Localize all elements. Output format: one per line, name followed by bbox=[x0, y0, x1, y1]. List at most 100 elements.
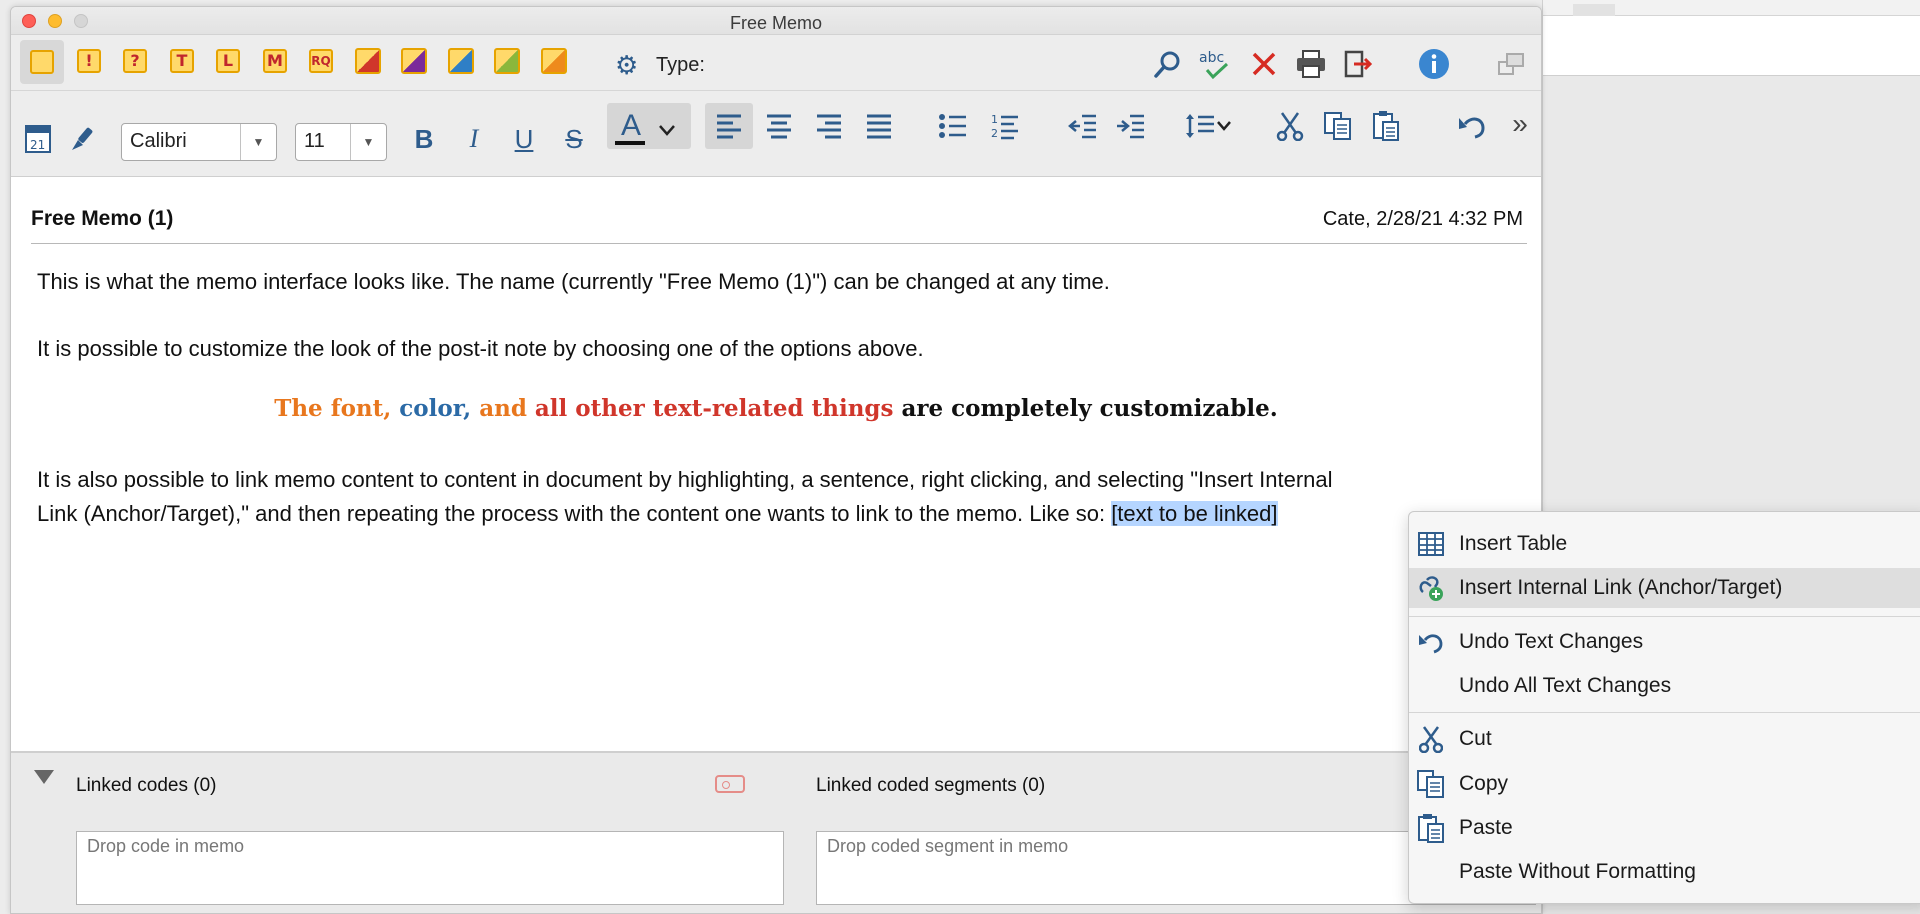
format-painter-icon[interactable] bbox=[67, 123, 99, 155]
menu-item-label: Insert Internal Link (Anchor/Target) bbox=[1459, 576, 1783, 599]
align-center-icon[interactable] bbox=[761, 109, 797, 143]
line-spacing-icon[interactable] bbox=[1183, 109, 1237, 143]
memo-orange-corner-icon[interactable] bbox=[538, 45, 570, 77]
bullet-list-icon[interactable] bbox=[935, 109, 971, 143]
more-tools-button[interactable]: » bbox=[1505, 107, 1535, 141]
undo-icon[interactable] bbox=[1455, 109, 1489, 143]
menu-separator bbox=[1409, 616, 1920, 617]
drop-code-field[interactable]: Drop code in memo bbox=[76, 831, 784, 905]
background-window-field bbox=[1543, 16, 1920, 76]
menu-item-undo-all-text-changes[interactable]: Undo All Text Changes bbox=[1409, 666, 1920, 706]
background-tab bbox=[1573, 4, 1615, 16]
menu-item-insert-internal-link[interactable]: Insert Internal Link (Anchor/Target) bbox=[1409, 568, 1920, 608]
menu-item-cut[interactable]: Cut bbox=[1409, 719, 1920, 759]
font-color-letter: A bbox=[620, 109, 641, 142]
outdent-icon[interactable] bbox=[1065, 109, 1101, 143]
underline-button[interactable]: U bbox=[507, 121, 541, 157]
calendar-icon[interactable]: 21 bbox=[23, 121, 53, 155]
background-window-topbar bbox=[1543, 0, 1920, 16]
window-mode-icon[interactable] bbox=[1495, 49, 1527, 79]
memo-title[interactable]: Free Memo (1) bbox=[31, 207, 173, 231]
font-family-select[interactable]: Calibri ▼ bbox=[121, 123, 277, 161]
search-icon[interactable] bbox=[1151, 47, 1185, 81]
table-icon bbox=[1417, 531, 1445, 557]
menu-item-paste[interactable]: Paste bbox=[1409, 808, 1920, 848]
linked-segments-label: Linked coded segments (0) bbox=[816, 775, 1046, 796]
title-divider bbox=[31, 243, 1527, 244]
chevron-down-icon: ▼ bbox=[350, 124, 386, 160]
align-right-icon[interactable] bbox=[811, 109, 847, 143]
memo-rq-icon[interactable]: RQ bbox=[305, 45, 337, 77]
styled-text-orange: The font, bbox=[274, 395, 400, 422]
menu-item-copy[interactable]: Copy bbox=[1409, 764, 1920, 804]
memo-paragraph-3-line-2: Link (Anchor/Target)," and then repeatin… bbox=[37, 497, 1278, 531]
title-bar: Free Memo bbox=[11, 7, 1541, 35]
print-icon[interactable] bbox=[1293, 47, 1329, 81]
collapse-triangle-icon[interactable] bbox=[33, 769, 55, 790]
svg-text:abc: abc bbox=[1199, 50, 1224, 66]
memo-m-icon[interactable]: M bbox=[259, 45, 291, 77]
menu-item-label: Undo All Text Changes bbox=[1459, 674, 1672, 697]
spellcheck-icon[interactable]: abc bbox=[1195, 45, 1235, 83]
undo-icon bbox=[1417, 629, 1445, 655]
window-title: Free Memo bbox=[729, 13, 823, 33]
copy-icon[interactable] bbox=[1321, 109, 1355, 143]
indent-icon[interactable] bbox=[1113, 109, 1149, 143]
strikethrough-button[interactable]: S bbox=[557, 121, 591, 157]
styled-text-red: all other text-related things bbox=[534, 395, 894, 422]
copy-icon bbox=[1417, 770, 1445, 798]
memo-type-toolbar: ! ? T L M RQ ⚙ Type: abc bbox=[11, 35, 1541, 91]
menu-item-label: Undo Text Changes bbox=[1459, 630, 1644, 653]
memo-editor[interactable]: Free Memo (1) Cate, 2/28/21 4:32 PM This… bbox=[11, 177, 1541, 751]
selected-text[interactable]: [text to be linked] bbox=[1111, 501, 1278, 526]
paste-icon bbox=[1417, 814, 1445, 843]
link-add-icon bbox=[1417, 575, 1445, 601]
memo-exclamation-icon[interactable]: ! bbox=[73, 45, 105, 77]
align-left-icon bbox=[711, 109, 747, 143]
memo-paragraph-3-text: Link (Anchor/Target)," and then repeatin… bbox=[37, 501, 1112, 526]
styled-text-orange-2: and bbox=[479, 395, 535, 422]
context-menu: Insert Table Insert Internal Link (Ancho… bbox=[1408, 511, 1920, 904]
export-icon[interactable] bbox=[1341, 47, 1375, 81]
menu-item-label: Paste bbox=[1459, 816, 1513, 839]
free-memo-window: Free Memo ! ? T L M RQ ⚙ Type: abc 21 Ca… bbox=[10, 6, 1542, 914]
memo-blue-corner-icon[interactable] bbox=[445, 45, 477, 77]
delete-icon[interactable] bbox=[1247, 47, 1281, 81]
menu-item-label: Copy bbox=[1459, 772, 1509, 795]
styled-text-blue: color, bbox=[399, 395, 480, 422]
font-color-swatch bbox=[615, 141, 645, 145]
font-size-value: 11 bbox=[304, 130, 325, 152]
memo-paragraph-1: This is what the memo interface looks li… bbox=[37, 269, 1110, 294]
format-toolbar: 21 Calibri ▼ 11 ▼ B I U S A 1 2 » bbox=[11, 91, 1541, 177]
menu-item-paste-without-formatting[interactable]: Paste Without Formatting bbox=[1409, 852, 1920, 892]
bold-button[interactable]: B bbox=[407, 121, 441, 157]
gear-icon[interactable]: ⚙ bbox=[615, 50, 638, 81]
styled-text-black: are completely customizable. bbox=[893, 395, 1278, 422]
memo-question-icon[interactable]: ? bbox=[119, 45, 151, 77]
memo-centered-line: The font, color, and all other text-rela… bbox=[11, 395, 1541, 422]
memo-red-corner-icon[interactable] bbox=[352, 45, 384, 77]
memo-purple-corner-icon[interactable] bbox=[398, 45, 430, 77]
menu-item-undo-text-changes[interactable]: Undo Text Changes bbox=[1409, 622, 1920, 662]
paste-icon[interactable] bbox=[1369, 109, 1403, 143]
justify-icon[interactable] bbox=[861, 109, 897, 143]
memo-green-corner-icon[interactable] bbox=[491, 45, 523, 77]
memo-t-icon[interactable]: T bbox=[166, 45, 198, 77]
chevron-down-icon[interactable] bbox=[653, 115, 681, 145]
menu-separator bbox=[1409, 712, 1920, 713]
menu-item-label: Cut bbox=[1459, 727, 1492, 750]
memo-plain-icon[interactable] bbox=[20, 40, 64, 84]
info-icon[interactable] bbox=[1415, 45, 1453, 83]
numbered-list-icon[interactable]: 12 bbox=[987, 109, 1023, 143]
font-family-value: Calibri bbox=[130, 130, 187, 152]
italic-button[interactable]: I bbox=[457, 121, 491, 157]
memo-l-icon[interactable]: L bbox=[212, 45, 244, 77]
chevron-down-icon: ▼ bbox=[240, 124, 276, 160]
menu-item-insert-table[interactable]: Insert Table bbox=[1409, 524, 1920, 564]
linked-items-panel: Linked codes (0) Linked coded segments (… bbox=[11, 751, 1541, 913]
font-size-select[interactable]: 11 ▼ bbox=[295, 123, 387, 161]
menu-item-label: Insert Table bbox=[1459, 532, 1568, 555]
code-tag-icon[interactable] bbox=[715, 775, 745, 793]
cut-icon[interactable] bbox=[1273, 109, 1307, 143]
svg-text:21: 21 bbox=[30, 138, 45, 152]
